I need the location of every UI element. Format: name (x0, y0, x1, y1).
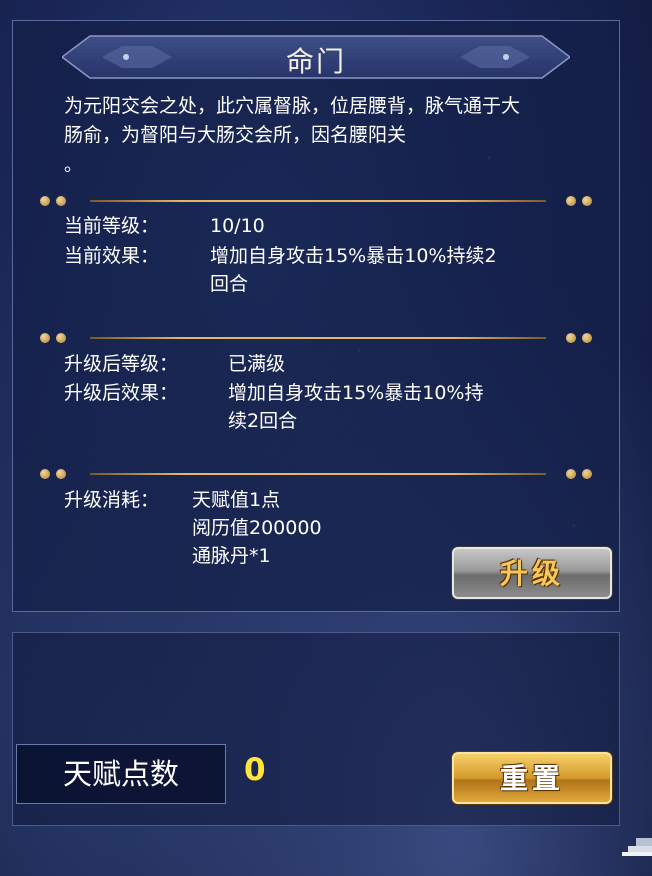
current-level-value: 10/10 (210, 215, 265, 237)
next-effect-line1: 增加自身攻击15%暴击10%持 (228, 382, 484, 404)
talent-points-label: 天赋点数 (16, 744, 226, 804)
current-effect-line1: 增加自身攻击15%暴击10%持续2 (210, 245, 497, 267)
current-effect-label: 当前效果： (64, 245, 160, 267)
current-level-label: 当前等级： (64, 215, 160, 237)
title-banner: 命门 (62, 34, 570, 80)
description-tail: 。 (64, 155, 82, 176)
corner-decoration-icon (622, 832, 652, 858)
divider-1 (40, 194, 596, 208)
next-level-label: 升级后等级： (64, 353, 179, 375)
divider-2 (40, 331, 596, 345)
cost-item: 通脉丹*1 (192, 545, 271, 567)
current-effect-line2: 回合 (210, 273, 249, 295)
talent-points-value: 0 (244, 752, 266, 788)
upgrade-button[interactable]: 升级 (452, 547, 612, 599)
reset-button[interactable]: 重置 (452, 752, 612, 804)
next-level-value: 已满级 (228, 353, 286, 375)
cost-label: 升级消耗： (64, 489, 160, 511)
skill-description: 为元阳交会之处，此穴属督脉，位居腰背，脉气通于大肠俞，为督阳与大肠交会所，因名腰… (64, 95, 521, 146)
cost-item: 阅历值200000 (192, 517, 322, 539)
cost-item: 天赋值1点 (192, 489, 281, 511)
next-effect-line2: 续2回合 (228, 410, 298, 432)
skill-title: 命门 (285, 45, 346, 78)
divider-3 (40, 467, 596, 481)
next-effect-label: 升级后效果： (64, 382, 179, 404)
